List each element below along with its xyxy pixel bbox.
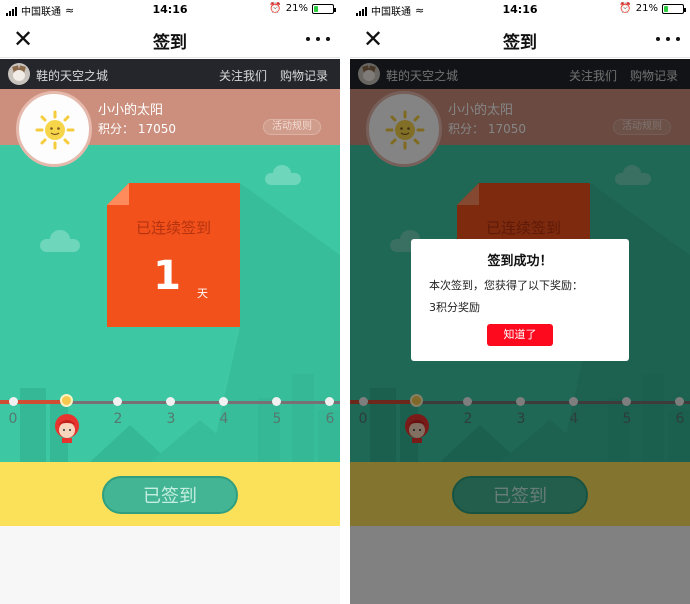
purchase-records-link[interactable]: 购物记录 — [280, 67, 328, 84]
dialog-reward: 3积分奖励 — [429, 301, 480, 314]
day-label: 0 — [8, 411, 18, 427]
day-marker — [113, 397, 122, 406]
got-it-button[interactable]: 知道了 — [487, 324, 553, 346]
sun-icon — [35, 110, 75, 150]
dialog-message: 本次签到，您获得了以下奖励： — [429, 279, 583, 292]
kid-avatar-icon — [55, 414, 79, 443]
battery-icon — [312, 3, 336, 14]
day-marker — [325, 397, 334, 406]
checkin-success-dialog: 签到成功！ 本次签到，您获得了以下奖励： 3积分奖励 知道了 — [411, 239, 629, 361]
screenshot-pair: 中国联通 ≈ 14:16 ⏰ 21% ✕ 签到 鞋的天空之城 关注我们 购物记录… — [0, 0, 690, 604]
signed-button[interactable]: 已签到 — [102, 476, 238, 514]
alarm-icon: ⏰ — [269, 3, 282, 14]
alarm-icon: ⏰ — [619, 3, 632, 14]
page-title: 签到 — [503, 33, 537, 53]
day-label: 2 — [113, 411, 123, 427]
nav-bar: ✕ 签到 — [350, 20, 690, 58]
day-label: 4 — [219, 411, 229, 427]
battery-percent: 21% — [285, 3, 308, 14]
shop-avatar-icon — [8, 63, 30, 85]
current-day-marker — [60, 394, 73, 407]
phone-with-dialog: 中国联通 ≈ 14:16 ⏰ 21% ✕ 签到 鞋的天空之城 关注我们 购物记录… — [350, 0, 690, 604]
streak-label: 已连续签到 — [135, 219, 211, 237]
follow-us-link[interactable]: 关注我们 — [219, 67, 267, 84]
nav-bar: ✕ 签到 — [0, 20, 340, 58]
streak-unit: 天 — [197, 287, 208, 300]
status-bar: 中国联通 ≈ 14:16 ⏰ 21% — [0, 0, 340, 20]
user-name: 小小的太阳 — [98, 103, 164, 118]
streak-count: 1 — [153, 253, 181, 299]
shop-bar: 鞋的天空之城 关注我们 购物记录 — [0, 59, 340, 89]
day-label: 6 — [325, 411, 335, 427]
battery-percent: 21% — [635, 3, 658, 14]
day-label: 3 — [166, 411, 176, 427]
status-bar: 中国联通 ≈ 14:16 ⏰ 21% — [350, 0, 690, 20]
day-marker — [9, 397, 18, 406]
activity-rules-button[interactable]: 活动规则 — [263, 119, 321, 135]
more-icon[interactable] — [656, 30, 680, 48]
cloud-icon — [265, 165, 301, 185]
close-icon[interactable]: ✕ — [360, 26, 386, 52]
more-icon[interactable] — [306, 30, 330, 48]
page-title: 签到 — [153, 33, 187, 53]
dialog-title: 签到成功！ — [487, 254, 553, 269]
battery-icon — [662, 3, 686, 14]
user-points: 积分： 17050 — [98, 122, 176, 136]
close-icon[interactable]: ✕ — [10, 26, 36, 52]
day-marker — [219, 397, 228, 406]
shop-name[interactable]: 鞋的天空之城 — [36, 67, 108, 84]
day-label: 5 — [272, 411, 282, 427]
day-marker — [166, 397, 175, 406]
page-footer — [0, 526, 340, 604]
day-marker — [272, 397, 281, 406]
phone-before-dialog: 中国联通 ≈ 14:16 ⏰ 21% ✕ 签到 鞋的天空之城 关注我们 购物记录… — [0, 0, 340, 604]
user-avatar — [16, 91, 92, 167]
cloud-icon — [40, 230, 80, 252]
